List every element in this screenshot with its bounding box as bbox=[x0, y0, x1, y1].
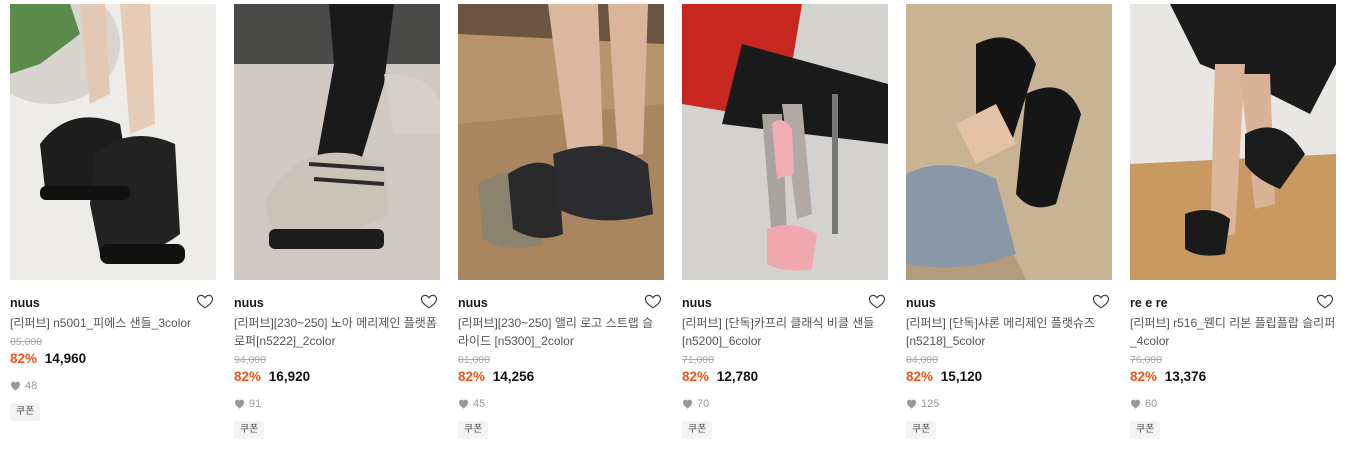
brand-name[interactable]: nuus bbox=[234, 294, 440, 312]
like-count: 91 bbox=[234, 397, 440, 411]
heart-filled-icon bbox=[1130, 399, 1141, 409]
product-title[interactable]: [리퍼브] [단독]샤론 메리제인 플랫슈즈[n5218]_5color bbox=[906, 314, 1112, 350]
like-count-value: 70 bbox=[697, 398, 710, 410]
heart-filled-icon bbox=[906, 399, 917, 409]
product-card[interactable]: nuus [리퍼브] [단독]카프리 클래식 비클 샌들[n5200]_6col… bbox=[682, 4, 888, 439]
original-price: 81,000 bbox=[458, 354, 491, 366]
heart-icon[interactable] bbox=[868, 292, 886, 310]
product-image[interactable] bbox=[1130, 4, 1336, 280]
heart-icon[interactable] bbox=[644, 292, 662, 310]
sale-price: 12,780 bbox=[716, 369, 759, 384]
like-count-value: 91 bbox=[249, 398, 262, 410]
product-card[interactable]: re e re [리퍼브] r516_웬디 리본 플립플랍 슬리퍼_4color… bbox=[1130, 4, 1336, 439]
product-card[interactable]: nuus [리퍼브][230~250] 노아 메리제인 플랫폼 로퍼[n5222… bbox=[234, 4, 440, 439]
brand-name[interactable]: nuus bbox=[906, 294, 1112, 312]
price-row: 82% 16,920 bbox=[234, 367, 440, 387]
original-price: 76,000 bbox=[1130, 354, 1163, 366]
price-row: 82% 15,120 bbox=[906, 367, 1112, 387]
heart-icon[interactable] bbox=[196, 292, 214, 310]
original-price: 85,000 bbox=[10, 336, 43, 348]
like-count-value: 45 bbox=[473, 398, 486, 410]
discount-rate: 82% bbox=[458, 369, 486, 384]
heart-filled-icon bbox=[10, 381, 21, 391]
product-card[interactable]: nuus [리퍼브] [단독]샤론 메리제인 플랫슈즈[n5218]_5colo… bbox=[906, 4, 1112, 439]
product-card[interactable]: nuus [리퍼브] n5001_피에스 샌들_3color 85,000 82… bbox=[10, 4, 216, 421]
discount-rate: 82% bbox=[10, 351, 38, 366]
heart-icon[interactable] bbox=[1092, 292, 1110, 310]
sale-price: 15,120 bbox=[940, 369, 983, 384]
product-grid: nuus [리퍼브] n5001_피에스 샌들_3color 85,000 82… bbox=[0, 0, 1345, 473]
product-image[interactable] bbox=[906, 4, 1112, 280]
coupon-badge: 쿠폰 bbox=[1130, 421, 1161, 439]
product-image[interactable] bbox=[682, 4, 888, 280]
sale-price: 14,256 bbox=[492, 369, 535, 384]
sale-price: 14,960 bbox=[44, 351, 87, 366]
brand-name[interactable]: nuus bbox=[458, 294, 664, 312]
original-price: 94,000 bbox=[234, 354, 267, 366]
discount-rate: 82% bbox=[682, 369, 710, 384]
coupon-badge: 쿠폰 bbox=[906, 421, 937, 439]
like-count-value: 125 bbox=[921, 398, 940, 410]
brand-name[interactable]: nuus bbox=[10, 294, 216, 312]
like-count-value: 48 bbox=[25, 380, 38, 392]
heart-filled-icon bbox=[682, 399, 693, 409]
like-count-value: 60 bbox=[1145, 398, 1158, 410]
like-count: 45 bbox=[458, 397, 664, 411]
product-title[interactable]: [리퍼브] r516_웬디 리본 플립플랍 슬리퍼_4color bbox=[1130, 314, 1336, 350]
discount-rate: 82% bbox=[1130, 369, 1158, 384]
like-count: 125 bbox=[906, 397, 1112, 411]
like-count: 70 bbox=[682, 397, 888, 411]
product-card[interactable]: nuus [리퍼브][230~250] 앨리 로고 스트랩 슬라이드 [n530… bbox=[458, 4, 664, 439]
heart-filled-icon bbox=[458, 399, 469, 409]
heart-filled-icon bbox=[234, 399, 245, 409]
original-price: 71,000 bbox=[682, 354, 715, 366]
sale-price: 13,376 bbox=[1164, 369, 1207, 384]
product-title[interactable]: [리퍼브] [단독]카프리 클래식 비클 샌들[n5200]_6color bbox=[682, 314, 888, 350]
original-price: 84,000 bbox=[906, 354, 939, 366]
price-row: 82% 12,780 bbox=[682, 367, 888, 387]
sale-price: 16,920 bbox=[268, 369, 311, 384]
product-title[interactable]: [리퍼브][230~250] 노아 메리제인 플랫폼 로퍼[n5222]_2co… bbox=[234, 314, 440, 350]
price-row: 82% 14,960 bbox=[10, 349, 216, 369]
like-count: 60 bbox=[1130, 397, 1336, 411]
heart-icon[interactable] bbox=[420, 292, 438, 310]
coupon-badge: 쿠폰 bbox=[10, 403, 41, 421]
coupon-badge: 쿠폰 bbox=[234, 421, 265, 439]
price-row: 82% 13,376 bbox=[1130, 367, 1336, 387]
product-title[interactable]: [리퍼브][230~250] 앨리 로고 스트랩 슬라이드 [n5300]_2c… bbox=[458, 314, 664, 350]
discount-rate: 82% bbox=[906, 369, 934, 384]
brand-name[interactable]: nuus bbox=[682, 294, 888, 312]
heart-icon[interactable] bbox=[1316, 292, 1334, 310]
product-image[interactable] bbox=[10, 4, 216, 280]
price-row: 82% 14,256 bbox=[458, 367, 664, 387]
product-title[interactable]: [리퍼브] n5001_피에스 샌들_3color bbox=[10, 314, 216, 332]
product-image[interactable] bbox=[234, 4, 440, 280]
coupon-badge: 쿠폰 bbox=[458, 421, 489, 439]
discount-rate: 82% bbox=[234, 369, 262, 384]
like-count: 48 bbox=[10, 379, 216, 393]
coupon-badge: 쿠폰 bbox=[682, 421, 713, 439]
product-image[interactable] bbox=[458, 4, 664, 280]
brand-name[interactable]: re e re bbox=[1130, 294, 1336, 312]
